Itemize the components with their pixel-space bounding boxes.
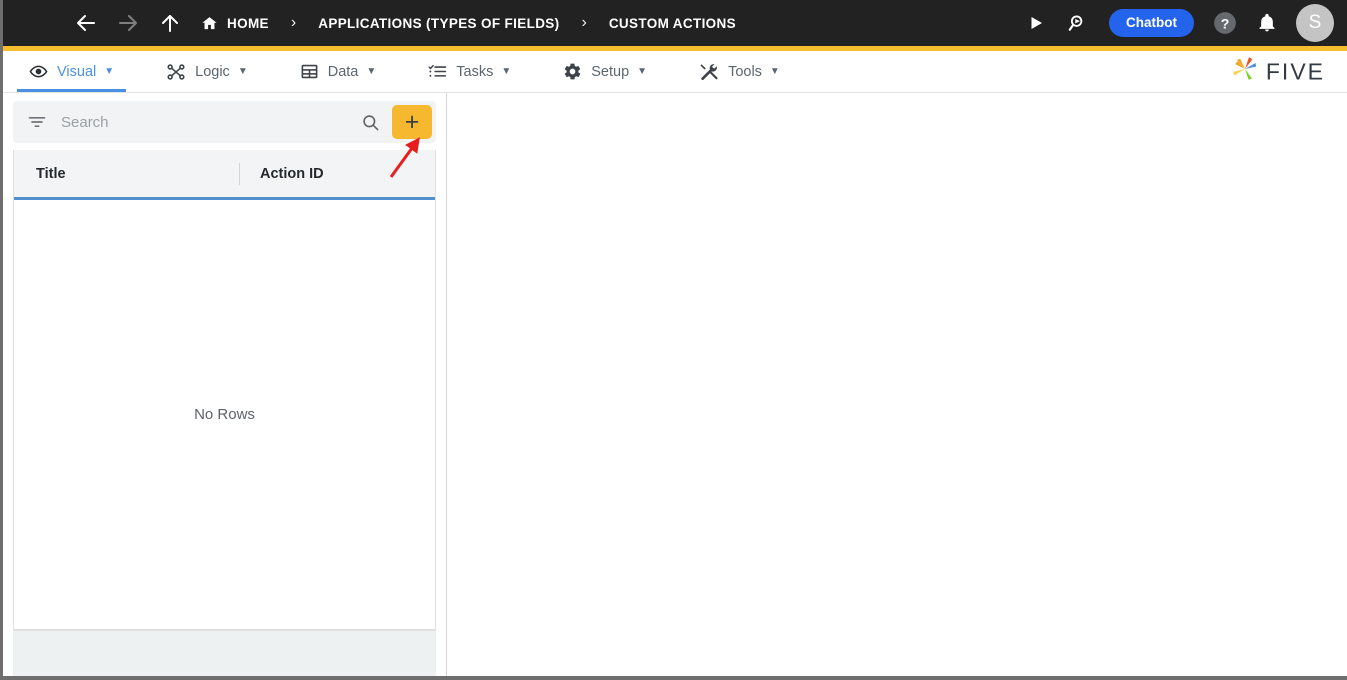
column-header-title[interactable]: Title — [14, 150, 240, 197]
column-header-action-id[interactable]: Action ID — [240, 150, 435, 197]
chevron-down-icon: ▼ — [637, 66, 647, 77]
menu-item-label-tools: Tools — [728, 64, 762, 80]
menu-item-visual[interactable]: Visual ▼ — [17, 51, 126, 92]
menu-item-setup[interactable]: Setup ▼ — [551, 51, 659, 92]
menu-item-label-logic: Logic — [195, 64, 230, 80]
search-bar: + — [13, 101, 436, 143]
chatbot-button[interactable]: Chatbot — [1109, 9, 1194, 37]
help-question-icon[interactable]: ? — [1208, 6, 1242, 40]
up-arrow-icon[interactable] — [155, 11, 185, 35]
five-star-logo-icon — [1230, 55, 1260, 88]
menu-item-label-tasks: Tasks — [456, 64, 493, 80]
grid-header-row: Title Action ID — [14, 150, 435, 200]
app-window: HOME › APPLICATIONS (TYPES OF FIELDS) › … — [0, 0, 1347, 680]
notification-bell-icon[interactable] — [1252, 6, 1282, 40]
custom-actions-grid: Title Action ID No Rows — [13, 150, 436, 630]
breadcrumb-item-custom-actions[interactable]: CUSTOM ACTIONS — [609, 16, 736, 31]
breadcrumb-item-applications[interactable]: APPLICATIONS (TYPES OF FIELDS) — [318, 16, 559, 31]
search-toolbar: + — [3, 93, 446, 148]
menu-item-label-data: Data — [328, 64, 359, 80]
table-grid-icon — [300, 62, 319, 81]
breadcrumb-label-home: HOME — [227, 16, 269, 31]
svg-text:?: ? — [1221, 15, 1230, 31]
five-logo: FIVE — [1230, 55, 1325, 88]
breadcrumb-separator: › — [582, 14, 587, 32]
menu-item-label-visual: Visual — [57, 64, 96, 80]
chevron-down-icon: ▼ — [770, 66, 780, 77]
breadcrumb-label-applications: APPLICATIONS (TYPES OF FIELDS) — [318, 16, 559, 31]
eye-icon — [29, 62, 48, 81]
chevron-down-icon: ▼ — [238, 66, 248, 77]
breadcrumb-label-custom-actions: CUSTOM ACTIONS — [609, 16, 736, 31]
checklist-icon — [428, 62, 447, 81]
node-graph-icon — [166, 62, 186, 82]
menu-item-tasks[interactable]: Tasks ▼ — [416, 51, 523, 92]
top-navigation-bar: HOME › APPLICATIONS (TYPES OF FIELDS) › … — [3, 0, 1347, 51]
menu-item-data[interactable]: Data ▼ — [288, 51, 389, 92]
body-area: + Title Action ID No Rows — [3, 93, 1347, 676]
breadcrumb-item-home[interactable]: HOME — [201, 15, 269, 32]
empty-state-message: No Rows — [194, 406, 255, 423]
tools-wrench-hammer-icon — [699, 62, 719, 82]
add-custom-action-button[interactable]: + — [392, 105, 432, 139]
menu-item-tools[interactable]: Tools ▼ — [687, 51, 792, 92]
grid-container: Title Action ID No Rows — [3, 148, 446, 676]
main-content-area — [447, 93, 1347, 676]
forward-arrow-icon[interactable] — [113, 11, 143, 35]
search-magnifier-icon[interactable] — [351, 113, 390, 132]
menu-item-label-setup: Setup — [591, 64, 629, 80]
chevron-down-icon: ▼ — [366, 66, 376, 77]
topbar-actions: Chatbot ? S — [1011, 4, 1334, 42]
gear-icon — [563, 62, 582, 81]
avatar[interactable]: S — [1296, 4, 1334, 42]
home-icon — [201, 15, 218, 32]
five-logo-text: FIVE — [1266, 58, 1325, 85]
hamburger-menu-icon[interactable] — [21, 15, 43, 31]
filter-icon[interactable] — [27, 112, 47, 132]
module-menu-bar: Visual ▼ Logic ▼ — [3, 51, 1347, 93]
custom-actions-list-panel: + Title Action ID No Rows — [3, 93, 447, 676]
breadcrumb-separator: › — [291, 14, 296, 32]
breadcrumb: HOME › APPLICATIONS (TYPES OF FIELDS) › … — [201, 14, 1011, 32]
play-run-icon[interactable] — [1019, 6, 1053, 40]
grid-body: No Rows — [14, 200, 435, 629]
grid-footer — [13, 630, 436, 676]
chevron-down-icon: ▼ — [501, 66, 511, 77]
search-run-debug-icon[interactable] — [1061, 6, 1095, 40]
search-input[interactable] — [61, 114, 351, 131]
back-arrow-icon[interactable] — [71, 11, 101, 35]
menu-item-logic[interactable]: Logic ▼ — [154, 51, 260, 92]
chevron-down-icon: ▼ — [104, 66, 114, 77]
